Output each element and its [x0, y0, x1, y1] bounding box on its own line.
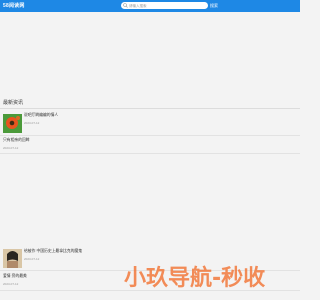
news-thumbnail[interactable]: [3, 114, 22, 133]
latest-news-title: 最新资讯: [3, 100, 24, 106]
news-item-date: 2023-07-12: [3, 282, 19, 286]
news-item-title[interactable]: 说吧厅啲编编的情人: [24, 113, 58, 118]
search-icon: [123, 3, 128, 8]
site-logo[interactable]: 58阅读网: [3, 1, 25, 11]
news-item-title[interactable]: 给被作 中国历史上最拿比克的魔鬼: [24, 249, 82, 254]
top-header: 58阅读网 搜索: [0, 0, 300, 12]
news-item-title[interactable]: 只有相亲的回眸: [3, 138, 30, 143]
portrait-image: [3, 249, 22, 268]
watermark-text: 小玖导航-秒收: [124, 266, 266, 291]
news-item-date: 2023-07-12: [24, 121, 40, 125]
search-input[interactable]: [129, 2, 205, 9]
news-thumbnail[interactable]: [3, 249, 22, 268]
news-item-date: 2023-07-12: [3, 146, 19, 150]
item-divider: [0, 153, 300, 154]
flower-image: [3, 114, 22, 133]
news-item-date: 2023-07-12: [24, 257, 40, 261]
search-box[interactable]: [121, 2, 208, 9]
item-divider: [0, 135, 300, 136]
news-item-title[interactable]: 爱情 旁的最美: [3, 274, 27, 279]
section-divider: [0, 108, 300, 109]
search-button[interactable]: 搜索: [209, 2, 219, 9]
